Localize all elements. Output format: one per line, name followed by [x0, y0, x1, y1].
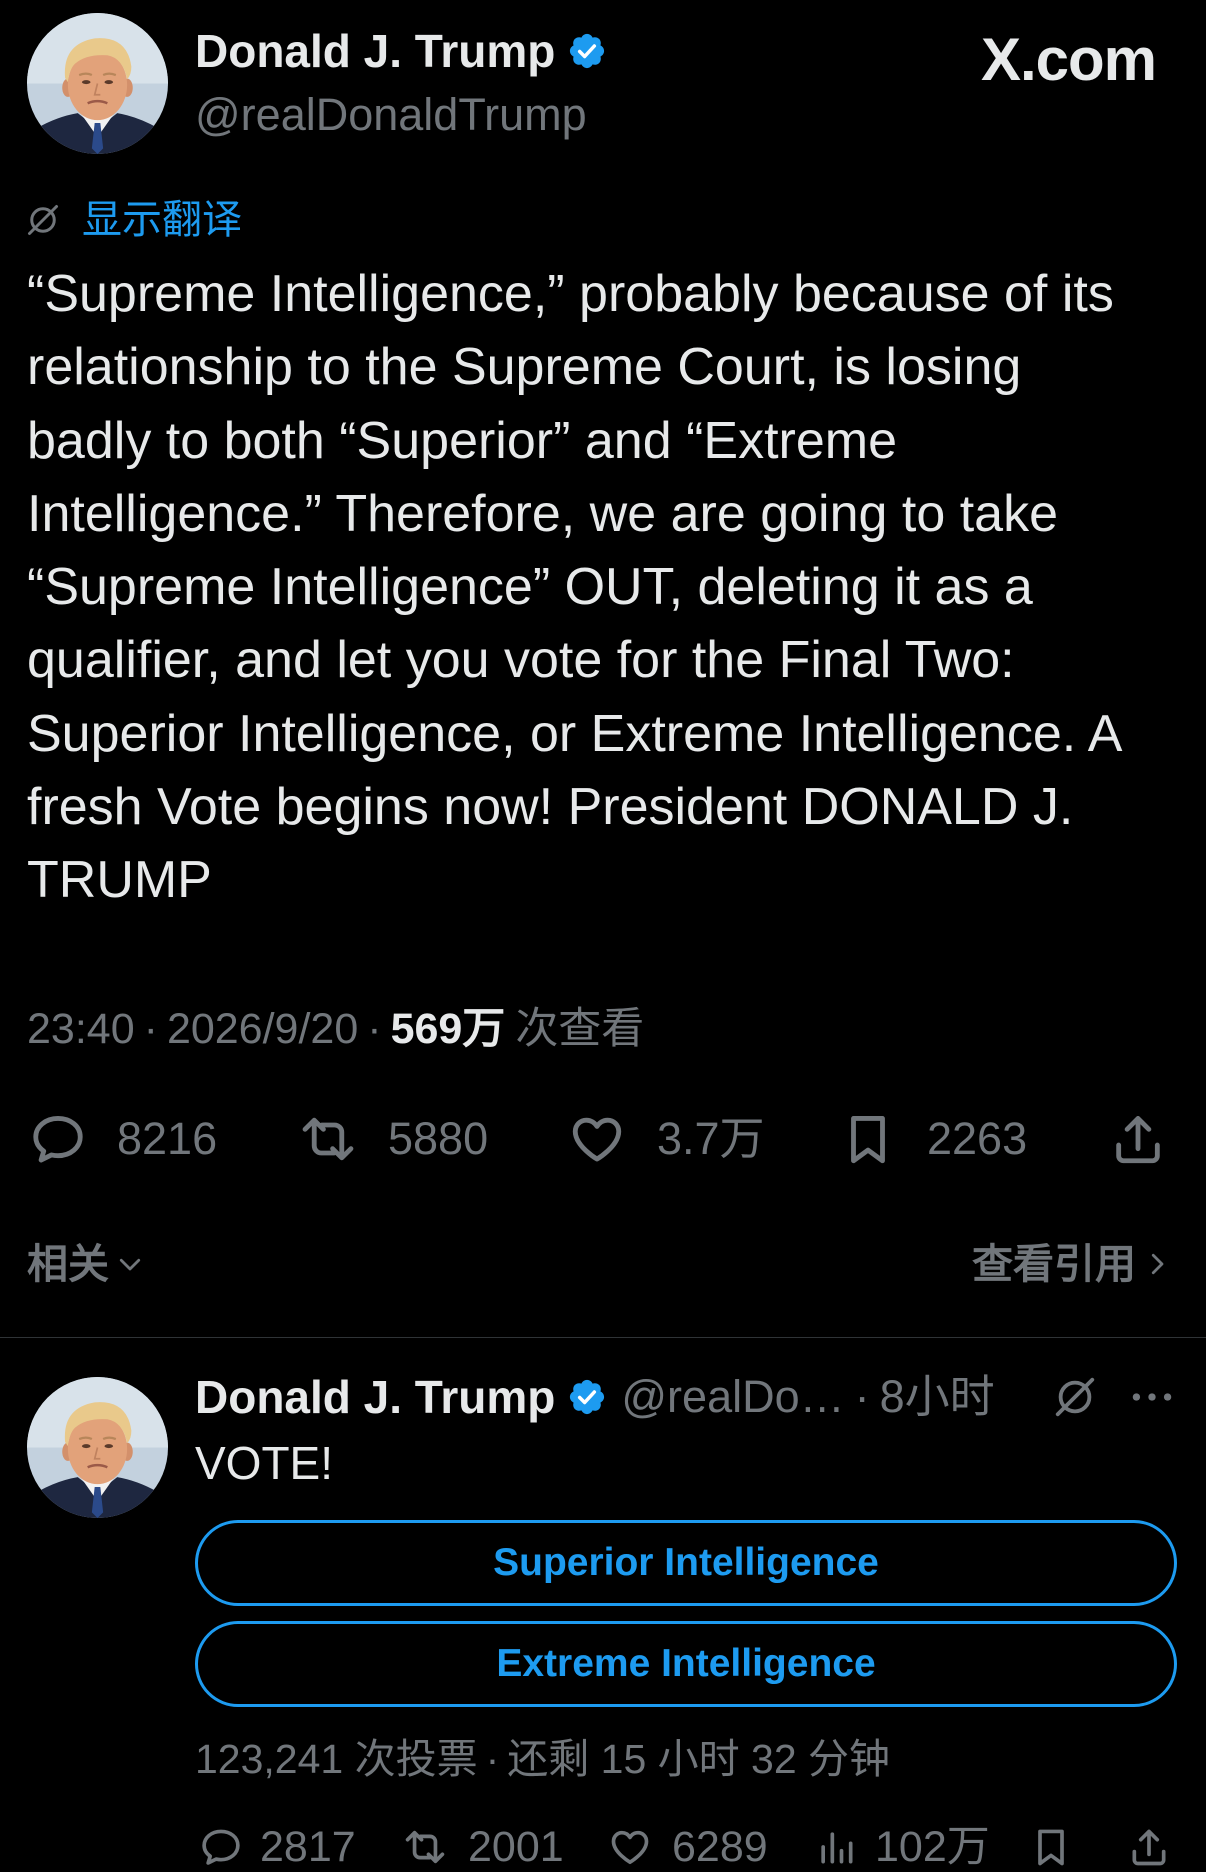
related-repost-count: 2001 — [468, 1823, 564, 1871]
repost-icon — [302, 1117, 354, 1161]
author-name[interactable]: Donald J. Trump — [195, 24, 555, 78]
view-quotes-link[interactable]: 查看引用 — [972, 1239, 1172, 1289]
related-share-button[interactable] — [1127, 1822, 1171, 1872]
poll-meta: 123,241 次投票 · 还剩 15 小时 32 分钟 — [195, 1734, 890, 1784]
post-text-line: relationship to the Supreme Court, is lo… — [27, 338, 1022, 397]
related-author-handle[interactable]: @realDo… — [621, 1371, 844, 1423]
brand-watermark: X.com — [980, 26, 1157, 93]
poll-option-2[interactable]: Extreme Intelligence — [195, 1621, 1177, 1707]
related-repost-button[interactable] — [403, 1822, 447, 1872]
poll-separator: · — [485, 1736, 500, 1782]
post-text-line: Intelligence.” Therefore, we are going t… — [27, 484, 1058, 543]
related-like-count: 6289 — [672, 1823, 768, 1871]
share-icon — [1116, 1116, 1160, 1164]
repost-count: 5880 — [388, 1113, 489, 1164]
reply-button[interactable] — [29, 1110, 87, 1168]
related-views-button[interactable] — [814, 1822, 858, 1872]
chevron-right-icon — [1151, 1253, 1164, 1275]
show-translation-label[interactable]: 显示翻译 — [82, 196, 242, 244]
post-text-line: “Supreme Intelligence” OUT, deleting it … — [27, 558, 1033, 617]
section-divider — [0, 1337, 1206, 1338]
repost-icon — [405, 1830, 445, 1864]
related-reply-button[interactable] — [199, 1822, 243, 1872]
handle-separator: · — [854, 1371, 870, 1422]
bookmark-icon — [851, 1116, 885, 1164]
bookmark-icon — [1038, 1829, 1064, 1866]
view-count-label: 次查看 — [515, 1005, 645, 1053]
poll-time-remaining: 还剩 15 小时 32 分钟 — [507, 1736, 891, 1782]
bookmark-button[interactable] — [839, 1110, 897, 1168]
related-post-time[interactable]: 8小时 — [880, 1371, 995, 1423]
post-date[interactable]: 2026/9/20 — [167, 1005, 358, 1053]
author-name-row[interactable]: Donald J. Trump — [195, 24, 607, 78]
poll-option-1[interactable]: Superior Intelligence — [195, 1520, 1177, 1606]
like-button[interactable] — [568, 1110, 626, 1168]
reply-icon — [33, 1116, 83, 1163]
post-time[interactable]: 23:40 — [27, 1005, 135, 1053]
reply-count: 8216 — [117, 1113, 218, 1164]
heart-icon — [572, 1117, 622, 1162]
share-button[interactable] — [1109, 1110, 1167, 1168]
related-post-text: VOTE! — [195, 1437, 334, 1489]
view-count: 569万 — [390, 1005, 506, 1053]
share-icon — [1132, 1829, 1166, 1866]
poll-vote-count: 123,241 次投票 — [195, 1736, 478, 1782]
verified-badge-icon[interactable] — [567, 1377, 607, 1417]
poll-option-label[interactable]: Superior Intelligence — [493, 1541, 879, 1585]
bookmark-count: 2263 — [927, 1113, 1028, 1164]
verified-badge-icon[interactable] — [567, 31, 607, 71]
heart-icon — [611, 1830, 649, 1865]
related-author-avatar[interactable] — [27, 1377, 168, 1518]
avatar-image — [27, 13, 168, 154]
poll-option-label[interactable]: Extreme Intelligence — [496, 1642, 875, 1686]
more-options-button[interactable] — [1130, 1378, 1174, 1416]
post-text-line: “Supreme Intelligence,” probably because… — [27, 265, 1114, 323]
author-handle[interactable]: @realDonaldTrump — [195, 89, 587, 141]
post-text-line: fresh Vote begins now! President DONALD … — [27, 778, 1074, 837]
view-quotes-label[interactable]: 查看引用 — [972, 1239, 1136, 1289]
related-bookmark-button[interactable] — [1029, 1822, 1073, 1872]
post-text-line: badly to both “Superior” and “Extreme — [27, 411, 897, 470]
post-text-line: qualifier, and let you vote for the Fina… — [27, 631, 1015, 690]
more-icon — [1132, 1393, 1172, 1401]
repost-button[interactable] — [299, 1110, 357, 1168]
related-view-count: 102万 — [875, 1823, 990, 1871]
related-label[interactable]: 相关 — [27, 1239, 109, 1289]
related-author-name[interactable]: Donald J. Trump — [195, 1370, 555, 1424]
related-author-row[interactable]: Donald J. Trump @realDo… · 8小时 — [195, 1370, 995, 1424]
globe-slash-icon — [28, 205, 58, 235]
related-dropdown[interactable]: 相关 — [27, 1239, 145, 1289]
like-count: 3.7万 — [657, 1113, 765, 1164]
chevron-down-icon — [119, 1258, 141, 1271]
reply-icon — [202, 1829, 240, 1865]
related-like-button[interactable] — [608, 1822, 652, 1872]
author-avatar[interactable] — [27, 13, 168, 154]
post-text-line: Superior Intelligence, or Extreme Intell… — [27, 704, 1123, 763]
meta-separator: · — [367, 1005, 382, 1053]
avatar-image — [27, 1377, 168, 1518]
post-text: “Supreme Intelligence,” probably because… — [27, 258, 1122, 918]
post-meta: 23:40 · 2026/9/20 · 569万 次查看 — [27, 1004, 644, 1054]
show-translation-link[interactable]: 显示翻译 — [25, 196, 242, 244]
meta-separator: · — [143, 1005, 158, 1053]
post-text-line: TRUMP — [27, 851, 212, 910]
globe-slash-icon — [1055, 1377, 1095, 1417]
related-reply-count: 2817 — [260, 1823, 356, 1871]
translate-button[interactable] — [1052, 1374, 1098, 1420]
views-icon — [821, 1832, 853, 1864]
